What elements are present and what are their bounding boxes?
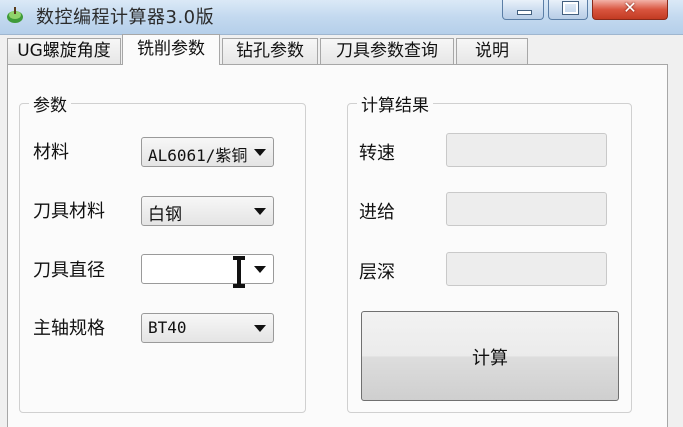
spindle-value: BT40 (148, 318, 187, 337)
tool-diameter-combo[interactable] (141, 254, 274, 284)
material-value: AL6061/紫铜 (148, 146, 247, 165)
tab-milling-params[interactable]: 铣削参数 (122, 34, 220, 65)
material-label: 材料 (33, 142, 69, 163)
results-group-title: 计算结果 (357, 91, 433, 116)
params-group-title: 参数 (29, 91, 71, 116)
tab-tool-params-query[interactable]: 刀具参数查询 (320, 38, 454, 64)
depth-output[interactable] (446, 252, 607, 286)
tab-panel-milling: 参数 材料 AL6061/紫铜 刀具材料 白钢 刀具直径 主轴规格 BT40 计… (7, 64, 668, 427)
close-button[interactable]: ✕ (592, 0, 668, 20)
chevron-down-icon (254, 149, 266, 156)
chevron-down-icon (254, 266, 266, 273)
text-cursor-icon (233, 256, 245, 288)
tool-material-label: 刀具材料 (33, 201, 105, 222)
feed-label: 进给 (359, 202, 395, 223)
minimize-button[interactable] (502, 0, 544, 20)
maximize-icon (562, 1, 579, 15)
tool-material-value: 白钢 (148, 205, 182, 225)
speed-output[interactable] (446, 133, 607, 167)
tool-material-select[interactable]: 白钢 (141, 196, 274, 226)
close-icon: ✕ (623, 0, 637, 17)
chevron-down-icon (254, 325, 266, 332)
spindle-select[interactable]: BT40 (141, 313, 274, 343)
app-icon (7, 7, 23, 23)
material-select[interactable]: AL6061/紫铜 (141, 137, 274, 167)
tool-diameter-label: 刀具直径 (33, 260, 105, 281)
tab-ug-helix-angle[interactable]: UG螺旋角度 (7, 38, 121, 64)
speed-label: 转速 (359, 143, 395, 164)
tab-strip: UG螺旋角度 铣削参数 钻孔参数 刀具参数查询 说明 (0, 34, 683, 65)
feed-output[interactable] (446, 192, 607, 226)
calculate-button-label: 计算 (472, 348, 508, 369)
tab-drilling-params[interactable]: 钻孔参数 (222, 38, 318, 64)
spindle-label: 主轴规格 (33, 318, 105, 339)
minimize-icon (517, 10, 532, 15)
calculate-button[interactable]: 计算 (361, 311, 619, 401)
tab-help[interactable]: 说明 (456, 38, 528, 64)
chevron-down-icon (254, 208, 266, 215)
window-title: 数控编程计算器3.0版 (36, 7, 215, 28)
depth-label: 层深 (359, 262, 395, 283)
maximize-button[interactable] (548, 0, 588, 20)
title-bar[interactable]: 数控编程计算器3.0版 ✕ (0, 0, 683, 35)
